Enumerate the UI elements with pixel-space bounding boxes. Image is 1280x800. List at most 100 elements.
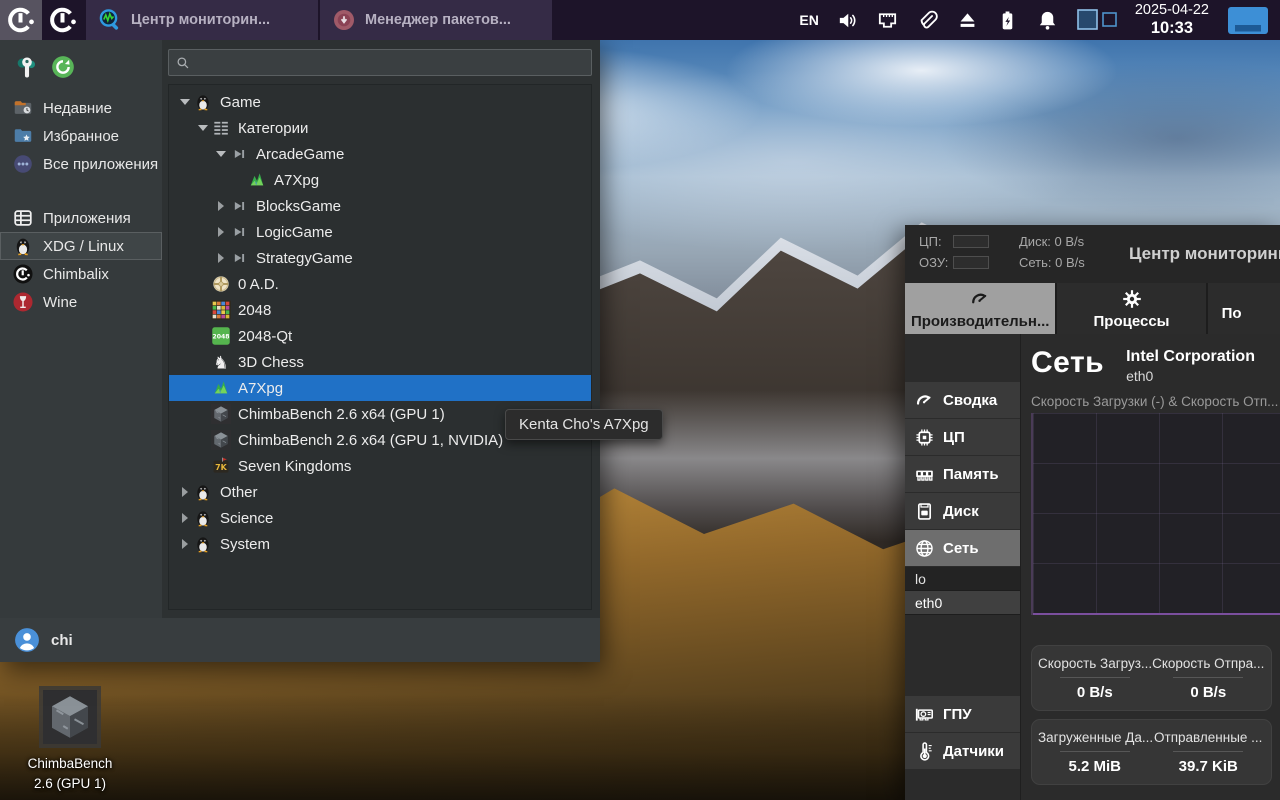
workspace-pager[interactable] [1076, 7, 1118, 34]
monitoring-center-window: ЦП: Диск: 0 B/s ОЗУ: Сеть: 0 B/s Центр м… [905, 225, 1280, 800]
device-interface: eth0 [1126, 368, 1154, 384]
battery-icon[interactable] [996, 9, 1019, 32]
interface-item-eth0[interactable]: eth0 [905, 591, 1020, 615]
expander-icon[interactable] [195, 125, 211, 131]
desktop-icon-chimbabench[interactable]: ChimbaBench 2.6 (GPU 1) [20, 686, 120, 793]
all-apps-icon [12, 153, 34, 175]
cpu-mini-label: ЦП: [919, 234, 942, 249]
keyboard-layout-indicator[interactable]: EN [799, 12, 818, 28]
ethernet-icon[interactable] [876, 9, 899, 32]
tree-row-label: ChimbaBench 2.6 x64 (GPU 1, NVIDIA) [238, 431, 504, 449]
ram-mini-label: ОЗУ: [919, 255, 949, 270]
tree-row-label: 2048-Qt [238, 327, 293, 345]
sidebar-item-label: Избранное [43, 127, 120, 145]
monitor-nav-label: Память [943, 465, 999, 483]
taskbar-windows: Центр мониторин... Менеджер пакетов... [84, 0, 552, 40]
tree-row-label: A7Xpg [274, 171, 320, 189]
settings-button[interactable] [14, 54, 40, 80]
expander-icon[interactable] [177, 539, 193, 549]
g2048-icon [211, 300, 231, 320]
tree-row[interactable]: ♞ 3D Chess [169, 349, 591, 375]
app-menu-window: Недавние Избранное Все приложения Приложени… [0, 40, 600, 662]
stat-column: Загруженные Да... 5.2 MiB [1038, 730, 1152, 775]
show-desktop-button[interactable] [1226, 5, 1270, 36]
tree-row[interactable]: A7Xpg [169, 167, 591, 193]
chimbalix-logo-icon [6, 5, 36, 35]
tree-row[interactable]: ArcadeGame [169, 141, 591, 167]
expander-icon[interactable] [213, 227, 229, 237]
tux-icon [193, 482, 213, 502]
tree-row[interactable]: StrategyGame [169, 245, 591, 271]
network-speed-chart [1031, 413, 1280, 615]
monitor-nav-network[interactable]: Сеть [905, 530, 1020, 566]
expander-icon[interactable] [177, 487, 193, 497]
user-bar[interactable]: chi [0, 618, 600, 662]
sidebar-item-xdg-linux[interactable]: XDG / Linux [0, 232, 162, 260]
a7xpg-icon [247, 170, 267, 190]
tree-row[interactable]: A7Xpg [169, 375, 591, 401]
tree-row-label: A7Xpg [238, 379, 284, 397]
search-input[interactable] [197, 54, 585, 71]
tree-row[interactable]: System [169, 531, 591, 557]
monitor-nav-sensors[interactable]: Датчики [905, 733, 1020, 769]
tree-row[interactable]: 7K Seven Kingdoms [169, 453, 591, 479]
expander-icon[interactable] [213, 151, 229, 157]
app-search-box[interactable] [168, 49, 592, 76]
paperclip-icon[interactable] [916, 9, 939, 32]
tooltip-text: Kenta Cho's A7Xpg [519, 416, 649, 433]
tab-performance[interactable]: Производительн... [905, 283, 1056, 334]
svg-text:2048: 2048 [212, 334, 229, 341]
skip-icon [229, 196, 249, 216]
tree-row[interactable]: LogicGame [169, 219, 591, 245]
speaker-icon[interactable] [836, 9, 859, 32]
gauge-icon [914, 390, 935, 411]
monitor-nav-gpu[interactable]: ГПУ [905, 696, 1020, 732]
tree-row-label: 3D Chess [238, 353, 304, 371]
tab-users[interactable]: По [1207, 283, 1280, 334]
bell-icon[interactable] [1036, 9, 1059, 32]
expander-icon[interactable] [213, 253, 229, 263]
tree-row[interactable]: BlocksGame [169, 193, 591, 219]
tree-row[interactable]: Game [169, 89, 591, 115]
tab-processes[interactable]: Процессы [1057, 283, 1206, 334]
monitor-nav-memory[interactable]: Память [905, 456, 1020, 492]
globe-icon [914, 538, 935, 559]
sidebar-item-all-apps[interactable]: Все приложения [0, 150, 162, 178]
monitor-nav-overview[interactable]: Сводка [905, 382, 1020, 418]
sidebar-item-favorites[interactable]: Избранное [0, 122, 162, 150]
screen: ChimbaBench 2.6 (GPU 1) Центр мониторин.… [0, 0, 1280, 800]
skip-icon [229, 144, 249, 164]
tree-row-label: StrategyGame [256, 249, 353, 267]
sidebar-item-chimbalix[interactable]: Chimbalix [0, 260, 162, 288]
tree-row[interactable]: 2048 [169, 297, 591, 323]
taskbar-window-label: Центр мониторин... [131, 12, 271, 28]
refresh-button[interactable] [50, 54, 76, 80]
launcher-chimbalix-places[interactable] [42, 0, 84, 40]
network-panel: Сеть Intel Corporation eth0 Скорость Заг… [1021, 334, 1280, 800]
tab-label: Процессы [1093, 312, 1170, 330]
sidebar-item-applications[interactable]: Приложения [0, 204, 162, 232]
sidebar-item-recent[interactable]: Недавние [0, 94, 162, 122]
tree-row[interactable]: Other [169, 479, 591, 505]
monitor-tabs: Производительн... Процессы По [905, 283, 1280, 334]
sidebar-item-wine[interactable]: Wine [0, 288, 162, 316]
expander-icon[interactable] [177, 513, 193, 523]
network-stat-card: Загруженные Да... 5.2 MiB Отправленные ...… [1031, 719, 1272, 785]
eject-icon[interactable] [956, 9, 979, 32]
tree-row[interactable]: 0 A.D. [169, 271, 591, 297]
tree-row[interactable]: 2048 2048-Qt [169, 323, 591, 349]
tree-row[interactable]: Science [169, 505, 591, 531]
launcher-chimbalix-launcher[interactable] [0, 0, 42, 40]
taskbar-window-package-manager[interactable]: Менеджер пакетов... [320, 0, 552, 40]
time-label: 10:33 [1150, 18, 1194, 37]
monitor-nav-disk[interactable]: Диск [905, 493, 1020, 529]
taskbar-window-monitoring-center[interactable]: Центр мониторин... [86, 0, 318, 40]
monitor-nav-cpu[interactable]: ЦП [905, 419, 1020, 455]
expander-icon[interactable] [213, 201, 229, 211]
interface-item-lo[interactable]: lo [905, 567, 1020, 591]
clock[interactable]: 2025-04-22 10:33 [1135, 2, 1209, 38]
tree-row[interactable]: Категории [169, 115, 591, 141]
expander-icon[interactable] [177, 99, 193, 105]
